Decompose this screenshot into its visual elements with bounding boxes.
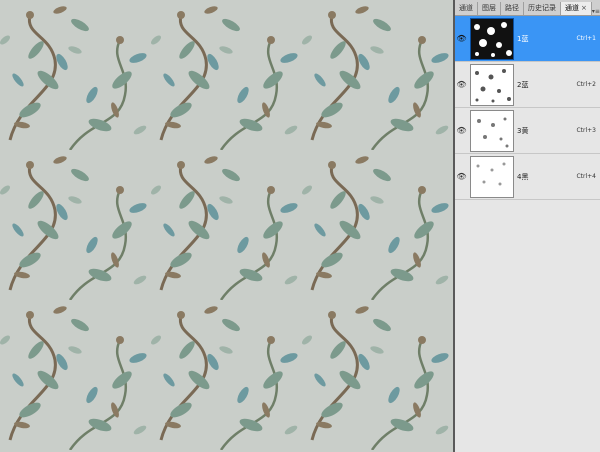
channel-thumbnail <box>470 109 514 152</box>
channel-row-2[interactable]: 👁 2蓝 Ctrl+2 <box>455 62 600 108</box>
close-icon[interactable]: × <box>581 4 587 12</box>
channel-thumbnail <box>470 17 514 60</box>
channel-name: 3黄 <box>517 126 529 135</box>
channel-shortcut: Ctrl+1 <box>576 35 596 42</box>
eye-icon[interactable]: 👁 <box>455 172 468 181</box>
channel-row-3[interactable]: 👁 3黄 Ctrl+3 <box>455 108 600 154</box>
channel-thumbnail <box>470 63 514 106</box>
channel-shortcut: Ctrl+4 <box>576 173 596 180</box>
channel-name: 4黑 <box>517 172 529 181</box>
document-canvas[interactable] <box>0 0 453 452</box>
eye-icon[interactable]: 👁 <box>455 126 468 135</box>
floral-pattern-image <box>0 0 453 452</box>
eye-icon[interactable]: 👁 <box>455 80 468 89</box>
channel-shortcut: Ctrl+3 <box>576 127 596 134</box>
channel-row-1[interactable]: 👁 1蓝 Ctrl+1 <box>455 16 600 62</box>
tab-layers[interactable]: 图层 <box>478 2 501 15</box>
channel-name: 1蓝 <box>517 34 529 43</box>
panel-tab-bar: 通道 图层 路径 历史记录 通道 × ▾≡ <box>455 0 600 16</box>
channel-thumbnail <box>470 155 514 198</box>
tab-paths[interactable]: 路径 <box>501 2 524 15</box>
channel-row-4[interactable]: 👁 4黑 Ctrl+4 <box>455 154 600 200</box>
channel-name: 2蓝 <box>517 80 529 89</box>
menu-icon[interactable]: ▾≡ <box>592 8 600 15</box>
tab-channels-1[interactable]: 通道 <box>455 2 478 15</box>
channels-panel: 通道 图层 路径 历史记录 通道 × ▾≡ 👁 1蓝 Ctrl+1 👁 2蓝 Ct… <box>455 0 600 452</box>
eye-icon[interactable]: 👁 <box>455 34 468 43</box>
tab-channels[interactable]: 通道 × <box>561 2 592 15</box>
channel-shortcut: Ctrl+2 <box>576 81 596 88</box>
tab-history[interactable]: 历史记录 <box>524 2 561 15</box>
